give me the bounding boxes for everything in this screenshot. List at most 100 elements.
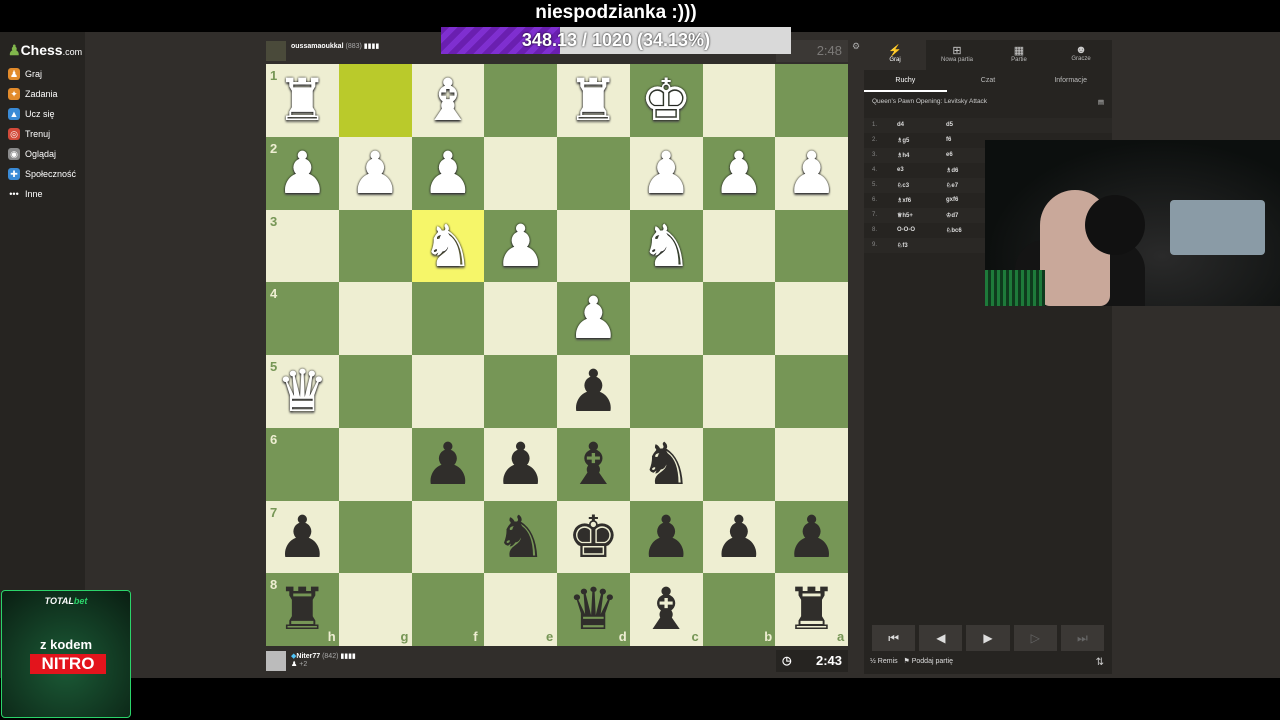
- sidebar-item-0[interactable]: ♟ Graj: [8, 66, 42, 82]
- move-b[interactable]: gxf6: [946, 197, 958, 203]
- square[interactable]: [484, 136, 557, 210]
- move-w[interactable]: ♘f3: [897, 242, 908, 249]
- square[interactable]: [557, 209, 630, 283]
- move-b[interactable]: ♘bc6: [946, 227, 962, 234]
- square[interactable]: [484, 355, 557, 428]
- panel-tab-3[interactable]: ☻ Gracze: [1050, 40, 1112, 70]
- black-piece[interactable]: ♟: [484, 428, 557, 500]
- square[interactable]: [702, 282, 776, 355]
- bottom-player-name[interactable]: ◆Niter77 (842) ▮▮▮▮ ♟ +2: [291, 652, 356, 668]
- top-player-name[interactable]: oussamaoukkal (883) ▮▮▮▮: [291, 42, 379, 50]
- white-piece[interactable]: ♟: [775, 137, 848, 209]
- white-piece[interactable]: ♟: [412, 137, 485, 209]
- move-w[interactable]: e3: [897, 167, 904, 173]
- move-w[interactable]: d4: [897, 122, 904, 128]
- square[interactable]: [702, 64, 776, 137]
- square[interactable]: [338, 427, 412, 501]
- sidebar-item-3[interactable]: ◎ Trenuj: [8, 126, 50, 142]
- square[interactable]: [484, 64, 557, 137]
- subtab-0[interactable]: Ruchy: [864, 70, 947, 92]
- black-piece[interactable]: ♞: [630, 428, 703, 500]
- sidebar-item-4[interactable]: ◉ Oglądaj: [8, 146, 56, 162]
- white-piece[interactable]: ♟: [266, 137, 339, 209]
- white-piece[interactable]: ♜: [266, 64, 339, 136]
- white-piece[interactable]: ♟: [557, 282, 630, 354]
- last-move-button[interactable]: ⏭: [1060, 625, 1105, 651]
- move-b[interactable]: d5: [946, 122, 953, 128]
- white-piece[interactable]: ♜: [557, 64, 630, 136]
- panel-tab-2[interactable]: ▦ Partie: [988, 40, 1050, 70]
- sidebar-item-6[interactable]: ••• Inne: [8, 186, 42, 202]
- black-piece[interactable]: ♟: [630, 501, 703, 573]
- white-piece[interactable]: ♛: [266, 355, 339, 427]
- black-piece[interactable]: ♚: [557, 501, 630, 573]
- white-piece[interactable]: ♟: [630, 137, 703, 209]
- move-b[interactable]: e6: [946, 152, 953, 158]
- sidebar-item-1[interactable]: ✦ Zadania: [8, 86, 58, 102]
- prev-move-button[interactable]: ◀: [919, 625, 963, 651]
- subtab-2[interactable]: Informacje: [1029, 70, 1112, 92]
- black-piece[interactable]: ♞: [484, 501, 557, 573]
- bottom-player-avatar[interactable]: [266, 651, 286, 671]
- flip-board-icon[interactable]: ⇅: [1096, 657, 1104, 668]
- black-piece[interactable]: ♜: [266, 573, 339, 645]
- sidebar-item-5[interactable]: ✚ Społeczność: [8, 166, 76, 182]
- draw-button[interactable]: ½ Remis: [870, 658, 898, 665]
- chess-logo[interactable]: ♟Chess.com: [8, 42, 82, 59]
- next-step-button[interactable]: ▷: [1013, 625, 1057, 651]
- black-piece[interactable]: ♝: [557, 428, 630, 500]
- square[interactable]: [411, 282, 485, 355]
- square[interactable]: [338, 500, 412, 574]
- square[interactable]: [775, 282, 848, 355]
- chess-board[interactable]: 1 2 3 4 5 6 7 8 h g f e d c b a ♜ ♝ ♜ ♚ ♟ ♟ ♟ ♟ ♟ ♟ ♞ ♟ ♞ ♟ ♛ ♟ ♟ ♟ ♝ ♞ ♟ ♞ ♚ ♟…: [266, 64, 848, 646]
- move-b[interactable]: ♘e7: [946, 182, 958, 189]
- panel-tab-0[interactable]: ⚡ Graj: [864, 40, 926, 70]
- book-icon[interactable]: ▤: [1098, 98, 1104, 106]
- square[interactable]: [629, 282, 703, 355]
- black-piece[interactable]: ♟: [266, 501, 339, 573]
- square[interactable]: [557, 136, 630, 210]
- square[interactable]: [775, 64, 848, 137]
- sidebar-item-2[interactable]: ▲ Ucz się: [8, 106, 55, 122]
- square[interactable]: [775, 209, 848, 283]
- move-b[interactable]: ♗d6: [946, 167, 958, 174]
- settings-gear-icon[interactable]: ⚙: [852, 41, 860, 52]
- subtab-1[interactable]: Czat: [947, 70, 1030, 92]
- white-piece[interactable]: ♟: [484, 210, 557, 282]
- black-piece[interactable]: ♜: [775, 573, 848, 645]
- white-piece[interactable]: ♚: [630, 64, 703, 136]
- move-w[interactable]: ♗xf6: [897, 197, 911, 204]
- square[interactable]: [702, 427, 776, 501]
- white-piece[interactable]: ♟: [339, 137, 412, 209]
- black-piece[interactable]: ♟: [775, 501, 848, 573]
- square[interactable]: [775, 427, 848, 501]
- white-piece[interactable]: ♝: [412, 64, 485, 136]
- square[interactable]: [338, 209, 412, 283]
- move-w[interactable]: ♗g5: [897, 137, 909, 144]
- square[interactable]: [411, 355, 485, 428]
- black-piece[interactable]: ♝: [630, 573, 703, 645]
- first-move-button[interactable]: ⏮: [872, 625, 916, 651]
- square[interactable]: [411, 500, 485, 574]
- square[interactable]: [338, 282, 412, 355]
- black-piece[interactable]: ♟: [412, 428, 485, 500]
- move-b[interactable]: f6: [946, 137, 951, 143]
- white-piece[interactable]: ♟: [703, 137, 776, 209]
- white-piece[interactable]: ♞: [412, 210, 485, 282]
- black-piece[interactable]: ♟: [703, 501, 776, 573]
- top-player-avatar[interactable]: [266, 41, 286, 61]
- black-piece[interactable]: ♛: [557, 573, 630, 645]
- square[interactable]: [484, 282, 557, 355]
- resign-button[interactable]: ⚑ Poddaj partię: [903, 658, 953, 665]
- move-w[interactable]: ♕h5+: [897, 212, 913, 219]
- square[interactable]: [629, 355, 703, 428]
- panel-tab-1[interactable]: ⊞ Nowa partia: [926, 40, 988, 70]
- square[interactable]: [775, 355, 848, 428]
- move-b[interactable]: ♔d7: [946, 212, 958, 219]
- black-piece[interactable]: ♟: [557, 355, 630, 427]
- square[interactable]: [338, 355, 412, 428]
- square[interactable]: [702, 355, 776, 428]
- square[interactable]: [702, 209, 776, 283]
- move-w[interactable]: ♗h4: [897, 152, 909, 159]
- square[interactable]: [338, 64, 412, 137]
